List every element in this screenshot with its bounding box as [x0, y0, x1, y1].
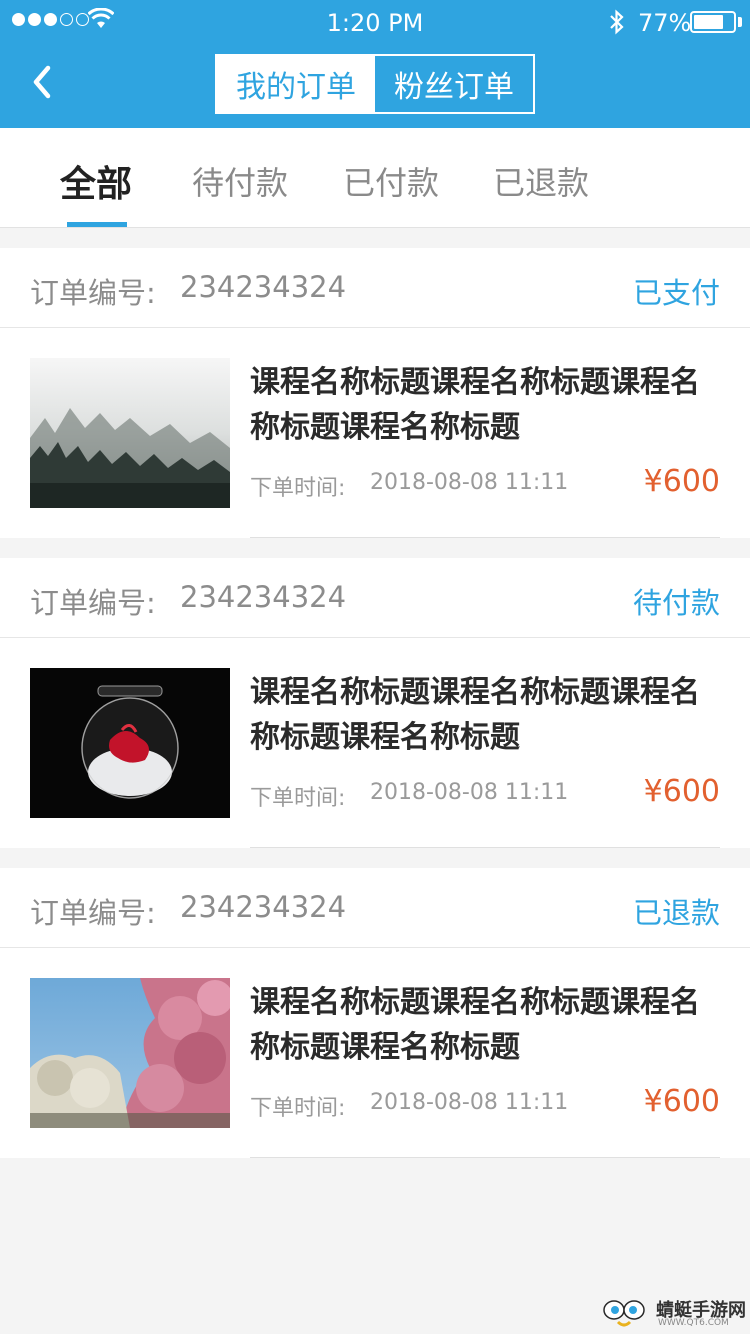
order-number-label: 订单编号: [30, 276, 156, 310]
order-header: 订单编号: 234234324 待付款 [0, 558, 750, 638]
header: 1:20 PM 77% 我的订单 粉丝订单 [0, 0, 750, 128]
order-number-label: 订单编号: [30, 896, 156, 930]
divider [250, 1157, 720, 1158]
status-bar: 1:20 PM 77% [0, 0, 750, 44]
order-price: ¥600 [643, 1084, 720, 1119]
order-number: 234234324 [180, 890, 347, 924]
watermark: 蜻蜓手游网 WWW.QT6.COM [600, 1296, 750, 1330]
order-card[interactable]: 订单编号: 234234324 已支付 课程名称标题课程名称标题课程名称标题课程… [0, 248, 750, 538]
order-time-label: 下单时间: [250, 1096, 346, 1121]
dragonfly-logo-icon [603, 1300, 645, 1327]
order-status: 已支付 [632, 276, 720, 310]
course-thumbnail [30, 358, 230, 508]
order-time-label: 下单时间: [250, 786, 346, 811]
order-type-segmented-control: 我的订单 粉丝订单 [215, 54, 535, 114]
divider [250, 847, 720, 848]
course-title: 课程名称标题课程名称标题课程名称标题课程名称标题 [250, 365, 700, 445]
course-title: 课程名称标题课程名称标题课程名称标题课程名称标题 [250, 675, 700, 755]
tab-all[interactable]: 全部 [60, 155, 132, 207]
course-thumbnail [30, 978, 230, 1128]
active-tab-indicator [67, 222, 127, 227]
order-card[interactable]: 订单编号: 234234324 已退款 课程名称标题课程名称标题课程名称标题课程… [0, 868, 750, 1158]
order-time: 2018-08-08 11:11 [370, 780, 569, 805]
order-time: 2018-08-08 11:11 [370, 470, 569, 495]
order-number-label: 订单编号: [30, 586, 156, 620]
order-price: ¥600 [643, 464, 720, 499]
tab-paid[interactable]: 已付款 [343, 158, 439, 204]
segment-fan-orders[interactable]: 粉丝订单 [375, 56, 533, 112]
order-time-label: 下单时间: [250, 476, 346, 501]
segment-my-orders[interactable]: 我的订单 [217, 56, 375, 112]
order-time: 2018-08-08 11:11 [370, 1090, 569, 1115]
course-thumbnail [30, 668, 230, 818]
order-status: 待付款 [632, 586, 720, 620]
battery-icon [690, 11, 736, 33]
watermark-url: WWW.QT6.COM [658, 1318, 729, 1328]
tab-refunded[interactable]: 已退款 [493, 158, 589, 204]
order-number: 234234324 [180, 580, 347, 614]
order-header: 订单编号: 234234324 已退款 [0, 868, 750, 948]
order-header: 订单编号: 234234324 已支付 [0, 248, 750, 328]
tab-pending-payment[interactable]: 待付款 [192, 158, 288, 204]
back-icon[interactable] [28, 62, 58, 102]
order-number: 234234324 [180, 270, 347, 304]
course-title: 课程名称标题课程名称标题课程名称标题课程名称标题 [250, 985, 700, 1065]
status-tabs: 全部 待付款 已付款 已退款 [0, 128, 750, 228]
battery-percent: 77% [638, 9, 692, 37]
divider [250, 537, 720, 538]
order-status: 已退款 [632, 896, 720, 930]
order-card[interactable]: 订单编号: 234234324 待付款 课程名称标题课程名称标题课程名称标题课程… [0, 558, 750, 848]
bluetooth-icon [610, 9, 624, 35]
order-price: ¥600 [643, 774, 720, 809]
